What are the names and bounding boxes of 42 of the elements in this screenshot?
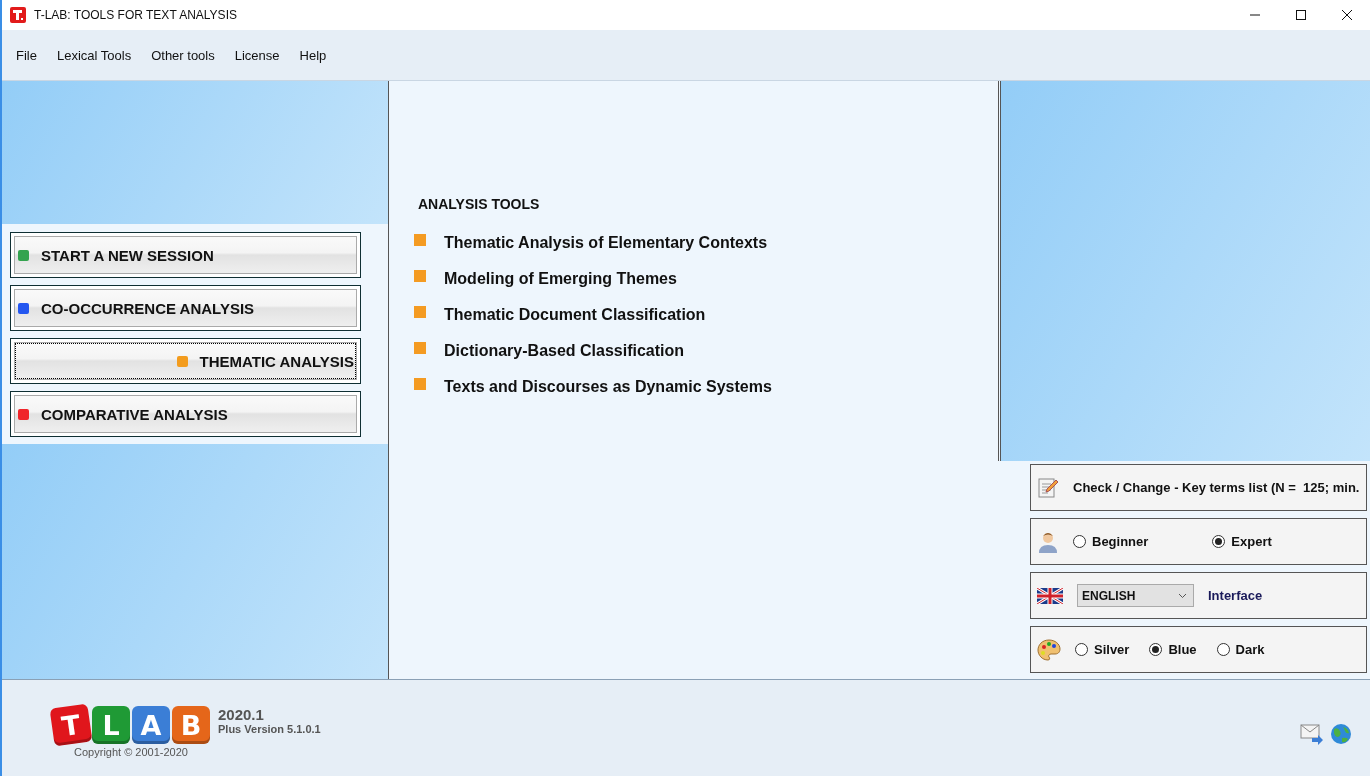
menu-item[interactable]: Other tools bbox=[151, 47, 215, 63]
palette-icon bbox=[1037, 638, 1061, 661]
flag-icon bbox=[1037, 587, 1063, 604]
tool-link[interactable]: Thematic Analysis of Elementary Contexts bbox=[444, 234, 768, 252]
tlab-logo: T L A B bbox=[52, 706, 210, 744]
app-icon bbox=[10, 7, 26, 23]
globe-icon[interactable] bbox=[1330, 723, 1352, 745]
menu-item[interactable]: File bbox=[16, 47, 37, 63]
close-icon bbox=[1341, 9, 1353, 21]
bullet-icon bbox=[414, 306, 426, 318]
bullet-icon bbox=[414, 342, 426, 354]
edition-text: Plus Version 5.1.0.1 bbox=[218, 722, 321, 735]
version-number: 2020.1 bbox=[218, 705, 265, 723]
mode-button[interactable]: COMPARATIVE ANALYSIS bbox=[10, 391, 361, 437]
bullet-icon bbox=[414, 378, 426, 390]
menu-item[interactable]: Help bbox=[299, 47, 327, 63]
key-terms-button[interactable]: Check / Change - Key terms list (N = 125; min. bbox=[1030, 464, 1367, 511]
window-title: T-LAB: TOOLS FOR TEXT ANALYSIS bbox=[34, 8, 237, 22]
bullet-icon bbox=[414, 270, 426, 282]
mode-button[interactable]: CO-OCCURRENCE ANALYSIS bbox=[10, 285, 361, 331]
mode-button[interactable]: THEMATIC ANALYSIS bbox=[10, 338, 361, 384]
tool-link[interactable]: Texts and Discourses as Dynamic Systems bbox=[444, 378, 772, 396]
mode-button[interactable]: START A NEW SESSION bbox=[10, 232, 361, 278]
tool-link[interactable]: Thematic Document Classification bbox=[444, 306, 706, 324]
bullet-icon bbox=[414, 234, 426, 246]
language-dropdown[interactable]: ENGLISH bbox=[1077, 584, 1194, 607]
mail-icon[interactable] bbox=[1300, 723, 1324, 745]
radio-button[interactable]: Beginner bbox=[1073, 534, 1149, 549]
radio-button[interactable]: Expert bbox=[1212, 534, 1272, 549]
radio-button[interactable]: Dark bbox=[1216, 642, 1265, 657]
language-label: Interface bbox=[1208, 588, 1263, 603]
radio-button[interactable]: Silver bbox=[1075, 642, 1130, 657]
caret-icon bbox=[1178, 592, 1187, 599]
menu-item[interactable]: Lexical Tools bbox=[56, 47, 132, 63]
tool-link[interactable]: Modeling of Emerging Themes bbox=[444, 270, 677, 288]
copyright-text: Copyright © 2001-2020 bbox=[74, 746, 188, 758]
radio-button[interactable]: Blue bbox=[1149, 642, 1197, 657]
tool-link[interactable]: Dictionary-Based Classification bbox=[444, 342, 685, 360]
section-heading: ANALYSIS TOOLS bbox=[418, 196, 541, 212]
menu-item[interactable]: License bbox=[234, 47, 280, 63]
maximize-icon bbox=[1295, 9, 1307, 21]
notepad-pencil-icon bbox=[1037, 476, 1059, 499]
